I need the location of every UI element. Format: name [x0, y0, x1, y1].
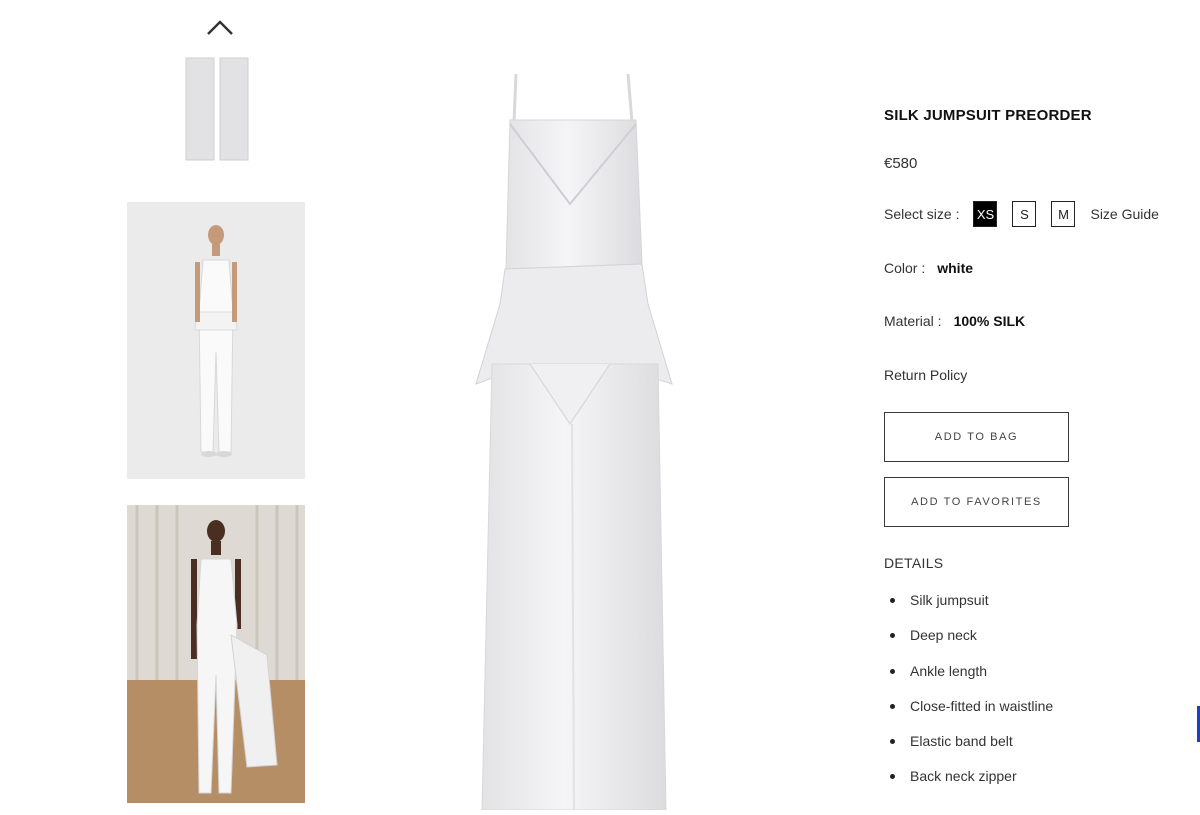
gallery-up-button[interactable] — [200, 12, 240, 42]
model-front-image — [127, 202, 305, 479]
add-to-bag-button[interactable]: ADD TO BAG — [884, 412, 1069, 462]
runway-image — [127, 505, 305, 803]
size-option-m[interactable]: M — [1051, 201, 1076, 227]
product-title: SILK JUMPSUIT PREORDER — [884, 107, 1092, 124]
size-selector: Select size : XS S M Size Guide — [884, 201, 1159, 227]
product-price: €580 — [884, 155, 918, 172]
add-to-favorites-button[interactable]: ADD TO FAVORITES — [884, 477, 1069, 527]
details-item: Close-fitted in waistline — [884, 696, 1053, 731]
jumpsuit-image — [475, 73, 673, 811]
size-option-xs[interactable]: XS — [973, 201, 998, 227]
material-value: 100% SILK — [953, 313, 1026, 329]
details-item: Ankle length — [884, 661, 1053, 696]
material-label: Material : — [884, 313, 942, 329]
thumbnail-flat-lay[interactable] — [184, 56, 250, 162]
details-item: Deep neck — [884, 625, 1053, 660]
thumbnail-runway[interactable] — [127, 505, 305, 803]
details-item: Back neck zipper — [884, 766, 1053, 801]
details-item: Elastic band belt — [884, 731, 1053, 766]
material-row: Material : 100% SILK — [884, 313, 1025, 329]
return-policy-link[interactable]: Return Policy — [884, 367, 967, 383]
details-heading: DETAILS — [884, 555, 944, 571]
jumpsuit-flat-image — [185, 57, 249, 161]
main-product-image[interactable] — [460, 64, 690, 811]
color-label: Color : — [884, 260, 926, 276]
details-item: Silk jumpsuit — [884, 590, 1053, 625]
details-list: Silk jumpsuit Deep neck Ankle length Clo… — [884, 590, 1053, 802]
color-row: Color : white — [884, 260, 973, 276]
size-option-s[interactable]: S — [1012, 201, 1037, 227]
chevron-up-icon — [207, 20, 233, 35]
size-label: Select size : — [884, 206, 960, 222]
size-guide-link[interactable]: Size Guide — [1090, 206, 1158, 222]
thumbnail-model-front[interactable] — [127, 202, 305, 479]
color-value: white — [937, 260, 974, 276]
